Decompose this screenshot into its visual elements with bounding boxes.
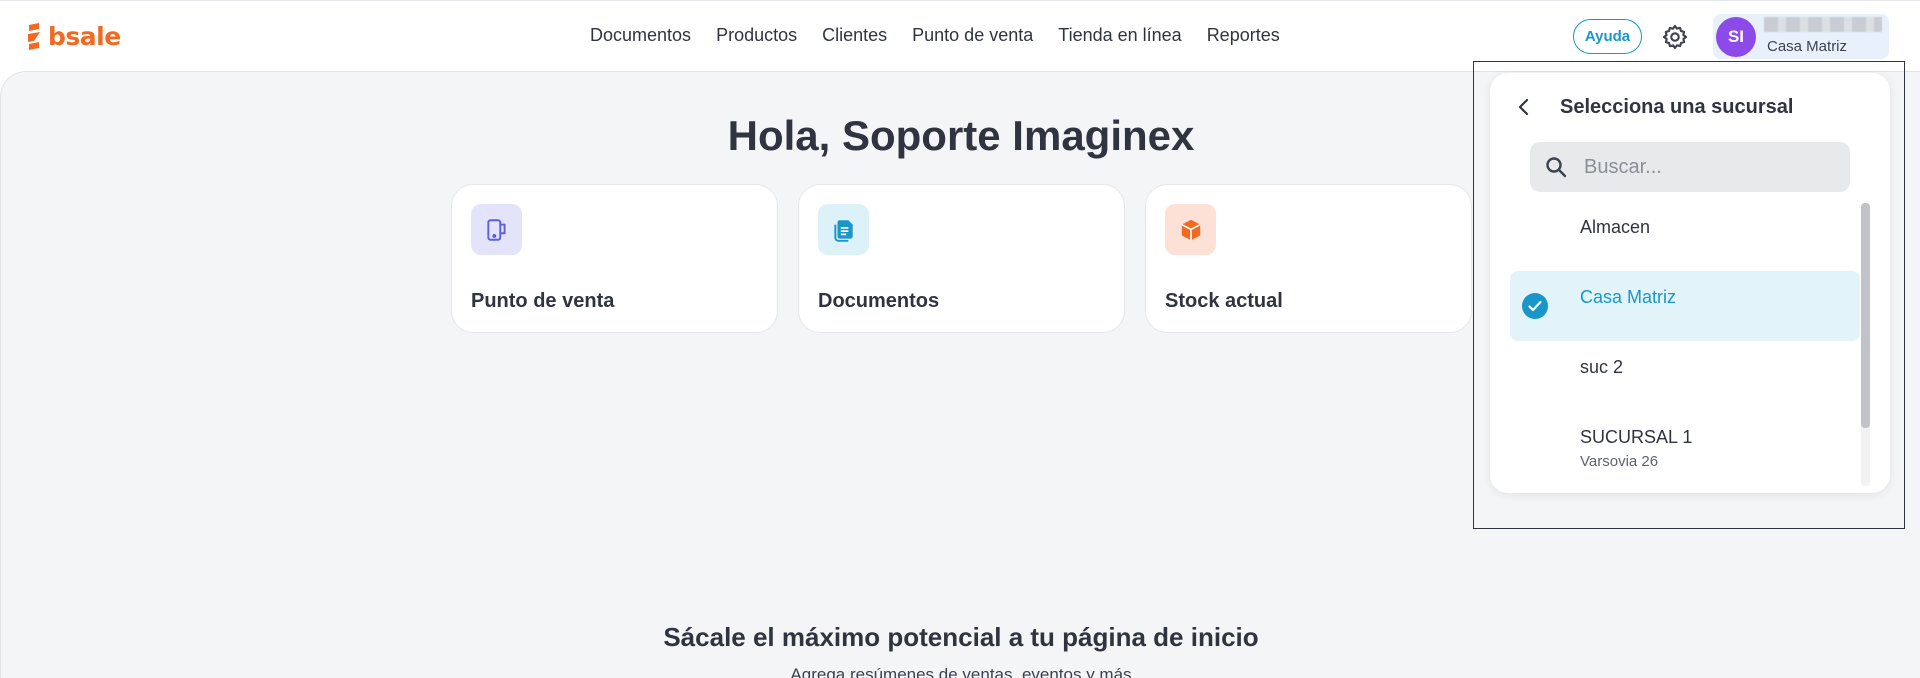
branch-list: Almacen Casa Matriz suc 2 SUCURSAL 1 Var…	[1510, 201, 1860, 486]
branch-item-suc-2[interactable]: suc 2	[1510, 341, 1860, 411]
branch-address: Varsovia 26	[1580, 453, 1659, 470]
pos-terminal-icon	[471, 204, 522, 255]
brand-name: bsale	[48, 21, 121, 51]
back-button[interactable]	[1514, 95, 1534, 119]
card-label: Documentos	[818, 290, 940, 312]
branch-item-sucursal-1[interactable]: SUCURSAL 1 Varsovia 26	[1510, 411, 1860, 481]
branch-item-almacen[interactable]: Almacen	[1510, 201, 1860, 271]
bsale-logo[interactable]: bsale	[26, 21, 121, 51]
card-label: Punto de venta	[471, 290, 615, 312]
branch-item-casa-matriz[interactable]: Casa Matriz	[1510, 271, 1860, 341]
branch-name: suc 2	[1580, 357, 1624, 377]
nav-documentos[interactable]: Documentos	[590, 25, 691, 46]
user-name-redacted	[1764, 17, 1882, 32]
card-stock-actual[interactable]: Stock actual	[1145, 184, 1472, 333]
branch-name: SUCURSAL 1	[1580, 427, 1693, 447]
nav-productos[interactable]: Productos	[716, 25, 797, 46]
search-box	[1530, 142, 1850, 192]
document-icon	[818, 204, 869, 255]
panel-title: Selecciona una sucursal	[1560, 96, 1794, 118]
help-button[interactable]: Ayuda	[1573, 19, 1642, 54]
branch-selector-panel: Selecciona una sucursal Almacen Casa Mat…	[1490, 73, 1890, 493]
check-icon	[1522, 293, 1548, 319]
user-menu[interactable]: SI Casa Matriz	[1713, 14, 1889, 59]
card-label: Stock actual	[1165, 290, 1283, 312]
branch-name: Casa Matriz	[1580, 287, 1677, 307]
card-punto-de-venta[interactable]: Punto de venta	[451, 184, 778, 333]
card-documentos[interactable]: Documentos	[798, 184, 1125, 333]
current-branch-label: Casa Matriz	[1767, 38, 1848, 55]
nav-tienda-en-linea[interactable]: Tienda en línea	[1058, 25, 1181, 46]
nav-clientes[interactable]: Clientes	[822, 25, 887, 46]
bsale-logo-icon	[28, 23, 40, 50]
main-nav: Documentos Productos Clientes Punto de v…	[590, 25, 1280, 46]
nav-punto-de-venta[interactable]: Punto de venta	[912, 25, 1033, 46]
box-icon	[1165, 204, 1216, 255]
branch-name: Almacen	[1580, 217, 1651, 237]
promo-title: Sácale el máximo potencial a tu página d…	[663, 622, 1259, 652]
avatar: SI	[1716, 17, 1756, 57]
search-icon	[1546, 157, 1567, 178]
search-input[interactable]	[1584, 142, 1840, 192]
gear-icon[interactable]	[1661, 23, 1689, 51]
nav-reportes[interactable]: Reportes	[1207, 25, 1280, 46]
chevron-left-icon	[1518, 98, 1529, 116]
scrollbar[interactable]	[1861, 203, 1870, 486]
scrollbar-thumb[interactable]	[1861, 203, 1870, 428]
promo-subtitle: Agrega resúmenes de ventas, eventos y má…	[790, 665, 1132, 678]
